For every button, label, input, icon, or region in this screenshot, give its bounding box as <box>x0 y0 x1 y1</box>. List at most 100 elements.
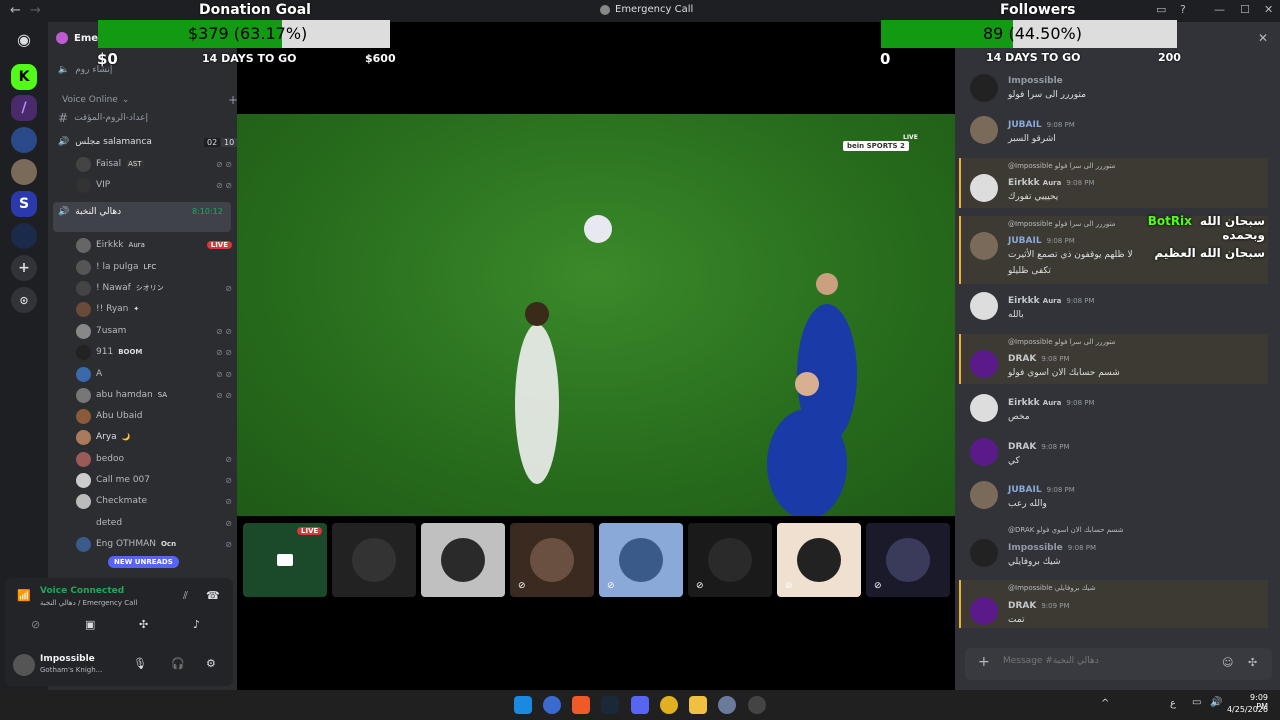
voice-member[interactable]: ! la pulga LFC <box>76 257 232 277</box>
voice-channel-name[interactable]: دهالي النخبة / Emergency Call <box>40 599 137 607</box>
voice-panel: 📶 Voice Connected دهالي النخبة / Emergen… <box>5 578 233 686</box>
voice-member[interactable]: ! Nawaf シオリン ⊘ <box>76 278 232 298</box>
emoji-icon[interactable]: ☺ <box>1222 656 1233 669</box>
activities-icon[interactable]: ✣ <box>139 618 148 631</box>
minimize-icon[interactable]: — <box>1214 3 1225 16</box>
voice-member[interactable]: Eng OTHMAN Ocn ⊘ <box>76 534 232 554</box>
windows-start-icon[interactable] <box>514 696 532 714</box>
voice-status[interactable]: Voice Connected <box>40 586 124 596</box>
attach-plus-icon[interactable]: + <box>978 654 990 670</box>
brave-browser-icon[interactable] <box>572 696 590 714</box>
forward-arrow-icon[interactable]: → <box>30 3 41 18</box>
muted-icon: ⊘ <box>785 581 793 591</box>
network-icon[interactable]: ▭ <box>1192 697 1201 708</box>
muted-icon: ⊘ ⊘ <box>216 326 232 336</box>
participant-tile[interactable]: ⊘ <box>777 523 861 597</box>
voice-member[interactable]: 911 BOOM ⊘ ⊘ <box>76 342 232 362</box>
add-server-icon[interactable]: + <box>11 255 37 281</box>
voice-member[interactable]: !! Ryan ✦ <box>76 299 232 319</box>
avatar <box>441 538 485 582</box>
user-name: Impossible <box>40 654 95 664</box>
noise-suppression-icon[interactable]: ⫽ <box>183 589 188 603</box>
file-explorer-icon[interactable] <box>689 696 707 714</box>
voice-member[interactable]: Checkmate ⊘ <box>76 491 232 511</box>
stream-video[interactable]: bein SPORTS 2 LIVE <box>237 114 955 516</box>
help-icon[interactable]: ? <box>1180 3 1186 16</box>
temp-room-channel[interactable]: # إعداد-الروم-المؤقت <box>58 108 247 128</box>
app-icon[interactable] <box>543 696 561 714</box>
voice-member[interactable]: abu hamdan SA ⊘ ⊘ <box>76 385 232 405</box>
camera-off-icon[interactable]: ⊘ <box>31 618 40 631</box>
kick-server-icon[interactable]: K <box>11 64 37 90</box>
back-arrow-icon[interactable]: ← <box>10 3 21 18</box>
server-icon-6[interactable] <box>11 223 37 249</box>
participant-tile[interactable]: ⊘ <box>510 523 594 597</box>
participant-tile[interactable]: ⊘ <box>688 523 772 597</box>
server-icon-2[interactable]: / <box>11 95 37 121</box>
avatar <box>530 538 574 582</box>
soundboard-icon[interactable]: ♪ <box>193 618 200 631</box>
speaker-icon: 🔊 <box>58 137 70 147</box>
discover-icon[interactable]: ⊙ <box>11 287 37 313</box>
muted-icon: ⊘ <box>874 581 882 591</box>
donation-days: 14 DAYS TO GO <box>202 52 297 65</box>
discord-taskbar-icon[interactable] <box>631 696 649 714</box>
clock-date[interactable]: 4/25/2026 <box>1226 705 1268 714</box>
chrome-icon[interactable] <box>660 696 678 714</box>
steam-icon[interactable] <box>601 696 619 714</box>
screen-share-icon[interactable]: ▣ <box>85 618 95 631</box>
participant-tile[interactable]: ⊘ <box>866 523 950 597</box>
avatar[interactable] <box>13 654 35 676</box>
user-status: Gotham's Knigh... <box>40 666 103 674</box>
input-language[interactable]: ع <box>1170 698 1176 709</box>
voice-member[interactable]: Faisal AST ⊘ ⊘ <box>76 154 232 174</box>
close-window-icon[interactable]: ✕ <box>1264 3 1273 16</box>
voice-member[interactable]: Eirkkk Aura LIVE <box>76 235 232 255</box>
new-unreads-button[interactable]: NEW UNREADS <box>108 556 179 568</box>
maximize-icon[interactable]: ☐ <box>1240 3 1250 16</box>
chat-message: Impossible متوررر الى سرا فولو <box>970 74 1270 104</box>
headphones-icon[interactable]: 🎧 <box>171 657 185 670</box>
voice-member[interactable]: Call me 007 ⊘ <box>76 470 232 490</box>
voice-member[interactable]: Abu Ubaid <box>76 406 232 426</box>
call-timer: 8:10:12 <box>192 207 223 216</box>
voice-member[interactable]: A ⊘ ⊘ <box>76 364 232 384</box>
voice-channel-active[interactable]: 🔊 دهالي النخبة 8:10:12 <box>53 202 231 232</box>
followers-days: 14 DAYS TO GO <box>986 51 1081 64</box>
microphone-icon[interactable]: 🎙 <box>133 657 147 670</box>
participant-tile[interactable] <box>421 523 505 597</box>
avatar <box>619 538 663 582</box>
voice-member[interactable]: VIP ⊘ ⊘ <box>76 175 232 195</box>
disconnect-icon[interactable]: ☎ <box>206 589 220 602</box>
message-input[interactable] <box>1003 656 1203 666</box>
user-limit-badge: 10 <box>221 137 238 147</box>
participant-tile[interactable]: ⊘ <box>599 523 683 597</box>
participant-tile[interactable] <box>332 523 416 597</box>
signal-icon: 📶 <box>17 589 31 602</box>
apps-icon[interactable]: ✣ <box>1248 656 1257 669</box>
inbox-icon[interactable]: ▭ <box>1156 3 1166 16</box>
reply-preview: @Impossible شيك بروفايلي <box>1008 584 1096 592</box>
settings-gear-icon[interactable]: ⚙ <box>206 657 216 670</box>
settings-icon[interactable] <box>718 696 736 714</box>
close-chat-icon[interactable]: ✕ <box>1258 31 1268 45</box>
discord-home-icon[interactable]: ◉ <box>11 26 37 52</box>
voice-member[interactable]: bedoo ⊘ <box>76 449 232 469</box>
voice-member[interactable]: deted ⊘ <box>76 513 232 533</box>
voice-channel-salamanca[interactable]: 🔊 مجلس salamanca 02 10 <box>58 132 247 152</box>
voice-online-category[interactable]: Voice Online ⌄ + <box>62 90 251 110</box>
muted-icon: ⊘ <box>607 581 615 591</box>
server-icon-active[interactable] <box>11 159 37 185</box>
muted-icon: ⊘ ⊘ <box>216 390 232 400</box>
server-icon-3[interactable] <box>11 127 37 153</box>
volume-icon[interactable]: 🔊 <box>1210 697 1222 708</box>
tray-chevron-icon[interactable]: ^ <box>1101 698 1109 709</box>
reply-preview: @Impossible متوررر الى سرا فولو <box>1008 220 1116 228</box>
message-highlight <box>959 580 1268 628</box>
app-icon[interactable] <box>748 696 766 714</box>
server-icon-5[interactable]: S <box>11 191 37 217</box>
voice-member[interactable]: 7usam ⊘ ⊘ <box>76 321 232 341</box>
voice-member[interactable]: Arya 🌙 <box>76 427 232 447</box>
hashtag-icon: # <box>58 111 69 125</box>
stream-tile[interactable]: LIVE <box>243 523 327 597</box>
